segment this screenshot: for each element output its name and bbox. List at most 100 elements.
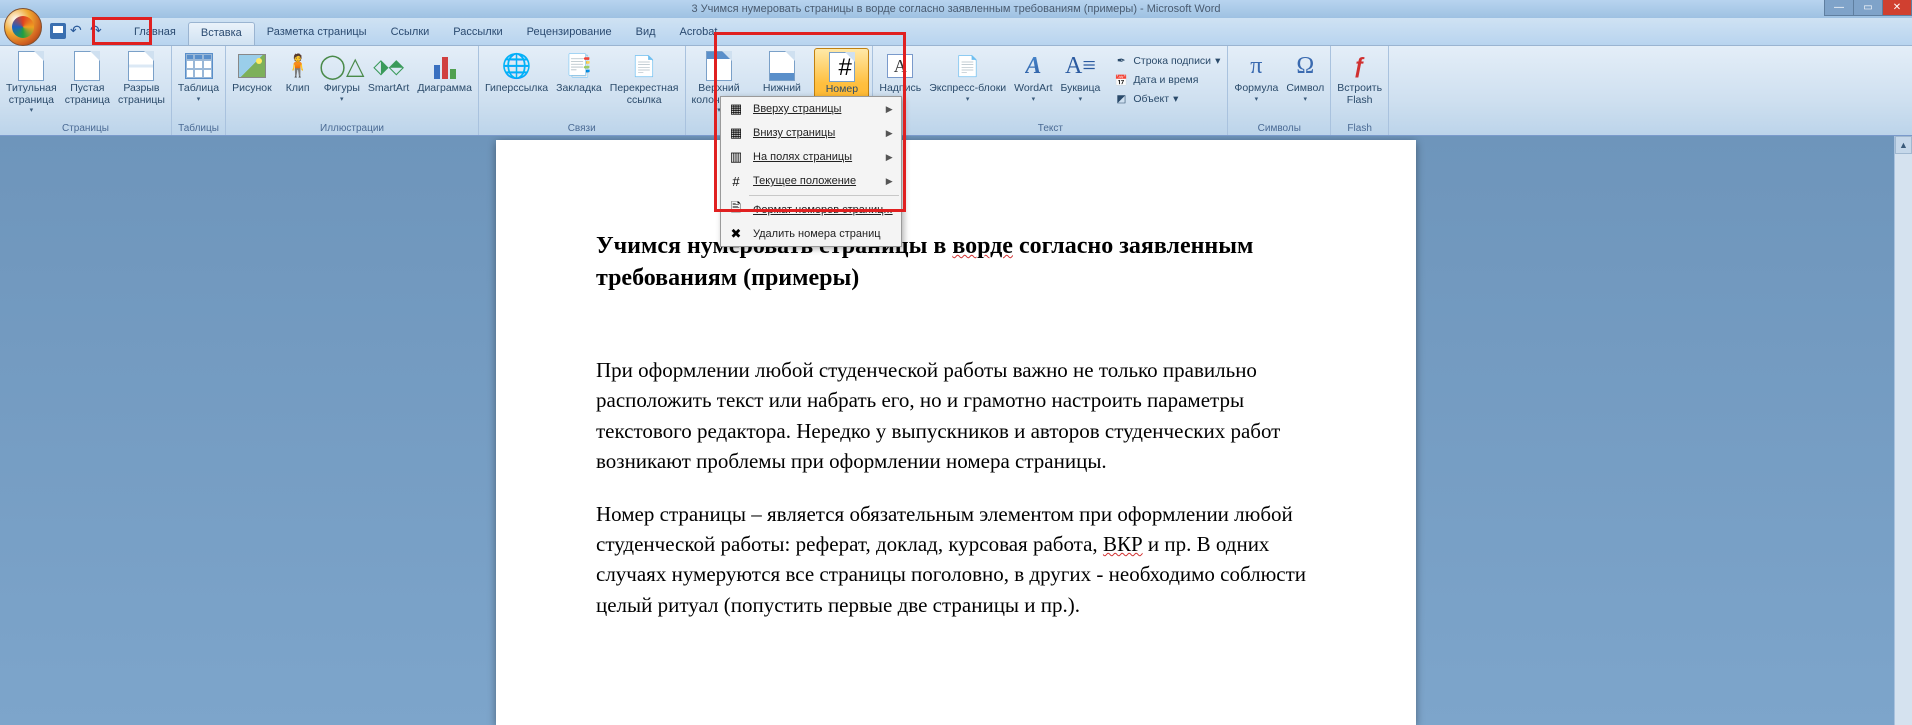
tab-view[interactable]: Вид [624,22,668,45]
group-illustrations: Рисунок 🧍 Клип ◯△ Фигуры▾ ⬗⬘ SmartArt Ди… [226,46,479,135]
tabs-bar: ↶ ↷ Главная Вставка Разметка страницы Сс… [0,18,1912,46]
group-label-illustrations: Иллюстрации [229,122,475,135]
dd-top-of-page[interactable]: ▦ Вверху страницы ▶ [721,97,901,121]
format-icon: 🖹 [725,201,747,219]
wordart-icon: A [1025,53,1041,80]
tab-insert[interactable]: Вставка [188,22,255,45]
page-number-dropdown: ▦ Вверху страницы ▶ ▦ Внизу страницы ▶ ▥… [720,96,902,247]
table-icon [185,53,213,79]
title-bar: 3 Учимся нумеровать страницы в ворде сог… [0,0,1912,18]
quick-access-toolbar: ↶ ↷ [50,23,106,45]
chart-button[interactable]: Диаграмма [414,48,475,97]
page-bottom-icon: ▦ [725,124,747,142]
ribbon: Титульная страница▾ Пустая страница Разр… [0,46,1912,136]
dd-remove-page-numbers[interactable]: ✖ Удалить номера страниц [721,222,901,246]
page-number-icon: # [829,52,855,82]
close-button[interactable]: ✕ [1882,0,1912,16]
undo-icon[interactable]: ↶ [70,23,86,39]
group-label-links: Связи [482,122,682,135]
shapes-button[interactable]: ◯△ Фигуры▾ [321,48,363,105]
window-controls: — ▭ ✕ [1825,0,1912,16]
quickparts-button[interactable]: 📄 Экспресс-блоки▾ [926,48,1009,105]
chevron-right-icon: ▶ [886,176,893,187]
dd-current-position[interactable]: # Текущее положение ▶ [721,169,901,193]
symbol-icon: Ω [1289,50,1321,82]
symbol-button[interactable]: Ω Символ▾ [1283,48,1327,105]
clipart-icon: 🧍 [282,50,314,82]
clipart-button[interactable]: 🧍 Клип [277,48,319,97]
blank-page-icon [74,51,100,81]
page-break-icon [128,51,154,81]
blank-page-button[interactable]: Пустая страница [62,48,113,108]
group-text: A Надпись▾ 📄 Экспресс-блоки▾ A WordArt▾ … [873,46,1228,135]
smartart-icon: ⬗⬘ [373,50,405,82]
tab-home[interactable]: Главная [122,22,188,45]
dd-bottom-of-page[interactable]: ▦ Внизу страницы ▶ [721,121,901,145]
document-paragraph-1: При оформлении любой студенческой работы… [596,355,1316,477]
dropcap-icon: A≡ [1064,50,1096,82]
current-pos-icon: # [725,172,747,190]
page-break-button[interactable]: Разрыв страницы [115,48,168,108]
document-area: Учимся нумеровать страницы в ворде согла… [0,136,1912,725]
flash-icon: ƒ [1344,50,1376,82]
dropcap-button[interactable]: A≡ Буквица▾ [1058,48,1104,105]
crossref-icon: 📄 [628,50,660,82]
group-flash: ƒ Встроить Flash Flash [1331,46,1389,135]
minimize-button[interactable]: — [1824,0,1854,16]
equation-button[interactable]: π Формула▾ [1231,48,1281,105]
wordart-button[interactable]: A WordArt▾ [1011,48,1055,105]
page-top-icon: ▦ [725,100,747,118]
tab-references[interactable]: Ссылки [379,22,442,45]
menu-separator [749,195,899,196]
redo-icon[interactable]: ↷ [90,23,106,39]
footer-icon [769,51,795,81]
office-button[interactable] [4,8,42,46]
smartart-button[interactable]: ⬗⬘ SmartArt [365,48,412,97]
group-label-pages: Страницы [3,122,168,135]
document-paragraph-2: Номер страницы – является обязательным э… [596,499,1316,621]
save-icon[interactable] [50,23,66,39]
calendar-icon: 📅 [1113,72,1129,88]
group-label-text: Текст [876,122,1224,135]
dd-page-margins[interactable]: ▥ На полях страницы ▶ [721,145,901,169]
equation-icon: π [1240,50,1272,82]
group-label-flash: Flash [1334,122,1385,135]
tab-acrobat[interactable]: Acrobat [668,22,730,45]
page-margin-icon: ▥ [725,148,747,166]
group-tables: Таблица▾ Таблицы [172,46,226,135]
document-heading: Учимся нумеровать страницы в ворде согла… [596,230,1316,295]
dd-format-page-numbers[interactable]: 🖹 Формат номеров страниц... [721,198,901,222]
tab-review[interactable]: Рецензирование [515,22,624,45]
tab-mailings[interactable]: Рассылки [441,22,514,45]
vertical-scrollbar[interactable]: ▲ [1894,136,1912,725]
window-title: 3 Учимся нумеровать страницы в ворде сог… [691,3,1220,15]
cover-page-button[interactable]: Титульная страница▾ [3,48,60,116]
signature-line-button[interactable]: ✒Строка подписи ▾ [1109,52,1224,70]
chevron-right-icon: ▶ [886,152,893,163]
bookmark-button[interactable]: 📑 Закладка [553,48,605,97]
embed-flash-button[interactable]: ƒ Встроить Flash [1334,48,1385,108]
crossref-button[interactable]: 📄 Перекрестная ссылка [607,48,682,108]
group-label-tables: Таблицы [175,122,222,135]
object-button[interactable]: ◩Объект ▾ [1109,90,1224,108]
tab-page-layout[interactable]: Разметка страницы [255,22,379,45]
hyperlink-button[interactable]: 🌐 Гиперссылка [482,48,551,97]
group-symbols: π Формула▾ Ω Символ▾ Символы [1228,46,1331,135]
datetime-button[interactable]: 📅Дата и время [1109,71,1224,89]
scroll-up-button[interactable]: ▲ [1895,136,1912,154]
hyperlink-icon: 🌐 [501,50,533,82]
group-links: 🌐 Гиперссылка 📑 Закладка 📄 Перекрестная … [479,46,686,135]
remove-icon: ✖ [725,225,747,243]
picture-icon [238,54,266,78]
shapes-icon: ◯△ [326,50,358,82]
textbox-icon: A [887,54,913,78]
cover-page-icon [18,51,44,81]
maximize-button[interactable]: ▭ [1853,0,1883,16]
bookmark-icon: 📑 [563,50,595,82]
table-button[interactable]: Таблица▾ [175,48,222,105]
chart-icon [434,53,456,79]
chevron-right-icon: ▶ [886,104,893,115]
group-label-symbols: Символы [1231,122,1327,135]
document-page: Учимся нумеровать страницы в ворде согла… [496,140,1416,725]
picture-button[interactable]: Рисунок [229,48,275,97]
